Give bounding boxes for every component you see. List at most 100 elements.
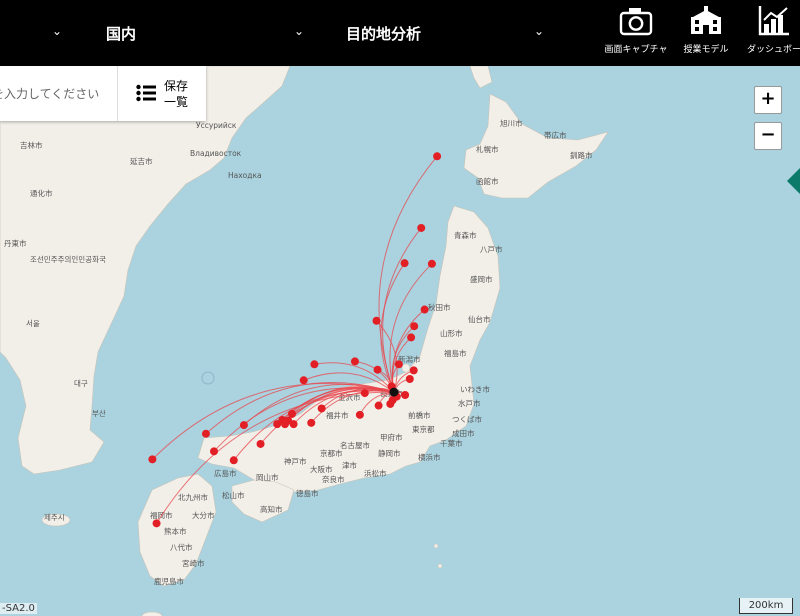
map-label: 福島市 <box>444 348 467 358</box>
destination-marker[interactable] <box>420 305 429 314</box>
destination-marker[interactable] <box>355 410 364 419</box>
map-label: 八戸市 <box>480 244 503 254</box>
map-label: 通化市 <box>30 188 53 198</box>
side-panel-toggle-icon[interactable] <box>787 168 800 194</box>
map-label: 부산 <box>92 408 106 418</box>
destination-marker[interactable] <box>400 259 409 268</box>
map-label: 서울 <box>26 319 40 328</box>
map-label: 奈良市 <box>322 474 345 484</box>
destination-marker[interactable] <box>210 447 219 456</box>
map-label: 岡山市 <box>256 472 279 482</box>
analysis-dropdown[interactable]: 目的地分析 <box>346 0 546 66</box>
map-label: 静岡市 <box>378 448 401 458</box>
destination-marker[interactable] <box>307 418 316 427</box>
destination-marker[interactable] <box>394 360 403 369</box>
destination-marker[interactable] <box>401 391 410 399</box>
map-label: 盛岡市 <box>470 274 493 284</box>
class-model-button[interactable]: 授業モデル <box>674 4 738 55</box>
izu-island <box>433 543 439 549</box>
destination-marker[interactable] <box>409 366 418 375</box>
map-label: 大分市 <box>192 510 215 520</box>
map-label: 延吉市 <box>130 156 153 166</box>
map-label: 神戸市 <box>284 456 307 466</box>
destination-marker[interactable] <box>201 429 210 438</box>
destination-marker[interactable] <box>299 376 308 385</box>
map-canvas[interactable]: Владивосток Уссурийск Находка 延吉市 吉林市 通化… <box>0 66 800 616</box>
destination-marker[interactable] <box>372 316 381 325</box>
destination-marker[interactable] <box>373 365 382 374</box>
destination-marker[interactable] <box>310 360 319 369</box>
sado-island <box>401 363 411 373</box>
map-label: 浜松市 <box>364 468 387 478</box>
region-dropdown[interactable]: 国内 <box>106 0 306 66</box>
map-label: 仙台市 <box>468 314 491 324</box>
destination-marker[interactable] <box>317 404 326 413</box>
destination-marker[interactable] <box>407 333 416 342</box>
dashboard-chart-icon <box>758 6 789 36</box>
destination-marker[interactable] <box>350 357 359 366</box>
map-attribution: -SA2.0 <box>0 603 37 614</box>
map-label: 広島市 <box>214 468 237 478</box>
map-label: 宮崎市 <box>182 558 205 568</box>
destination-marker[interactable] <box>427 259 436 268</box>
origin-point[interactable] <box>389 387 399 397</box>
zoom-out-button[interactable]: − <box>754 122 782 150</box>
school-icon <box>691 6 721 34</box>
chevron-down-icon: ⌄ <box>294 24 305 38</box>
search-input[interactable] <box>0 66 116 121</box>
destination-marker[interactable] <box>386 399 395 408</box>
map-label: 前橋市 <box>408 410 431 420</box>
dashboard-button[interactable]: ダッシュボー <box>742 4 800 55</box>
origin-marker <box>389 387 399 397</box>
destination-marker[interactable] <box>410 322 419 331</box>
map-label: 大阪市 <box>310 464 333 474</box>
screen-capture-button[interactable]: 画面キャプチャ <box>604 4 668 55</box>
map-label: 東京都 <box>412 424 435 434</box>
map-label: 青森市 <box>454 230 477 240</box>
map-label: つくば市 <box>452 414 482 424</box>
map-label: 조선민주주의인민공화국 <box>30 254 106 264</box>
map-label: 横浜市 <box>418 452 441 462</box>
saved-list-button[interactable]: 保存 一覧 <box>118 66 206 121</box>
map-label: 帯広市 <box>544 130 567 140</box>
chevron-down-icon: ⌄ <box>534 24 545 38</box>
map-label: 八代市 <box>170 542 193 552</box>
destination-marker[interactable] <box>256 439 265 448</box>
destination-marker[interactable] <box>288 409 297 418</box>
map-label: 旭川市 <box>500 118 523 128</box>
map-label: いわき市 <box>460 384 490 394</box>
top-bar: ⌄ 国内 ⌄ 目的地分析 ⌄ 画面キャプチャ 授業モデル ダッシュボー <box>0 0 800 66</box>
destination-marker[interactable] <box>433 152 442 161</box>
destination-marker[interactable] <box>374 401 383 410</box>
map-label: 函館市 <box>476 176 499 186</box>
saved-list-label-line1: 保存 <box>164 79 189 93</box>
list-icon <box>136 84 156 102</box>
destination-marker[interactable] <box>405 375 414 383</box>
map-label: 釧路市 <box>570 150 593 160</box>
class-model-label: 授業モデル <box>683 45 729 55</box>
map-label: 吉林市 <box>20 140 43 150</box>
map-label: 제주시 <box>44 513 65 522</box>
destination-marker[interactable] <box>417 223 426 232</box>
map-label: 高知市 <box>260 504 283 514</box>
map-label: 北九州市 <box>178 492 208 502</box>
destination-marker[interactable] <box>360 389 369 398</box>
map-label: Владивосток <box>190 149 242 158</box>
analysis-label: 目的地分析 <box>346 24 422 43</box>
map-label: 成田市 <box>452 428 475 438</box>
map-label: Находка <box>228 171 262 180</box>
map-label: 甲府市 <box>380 432 403 442</box>
destination-marker[interactable] <box>239 421 248 430</box>
destination-marker[interactable] <box>148 455 157 464</box>
destination-marker[interactable] <box>278 415 287 424</box>
map-label: 津市 <box>342 460 357 470</box>
scale-bar: 200km <box>739 598 793 614</box>
screen-capture-label: 画面キャプチャ <box>604 45 668 55</box>
map-label: 丹東市 <box>4 238 27 248</box>
chevron-down-icon: ⌄ <box>52 24 63 38</box>
map-label: 水戸市 <box>458 398 481 408</box>
map-label: 熊本市 <box>164 526 187 536</box>
destination-marker[interactable] <box>152 519 161 528</box>
zoom-in-button[interactable]: + <box>754 86 782 114</box>
destination-marker[interactable] <box>229 456 238 465</box>
